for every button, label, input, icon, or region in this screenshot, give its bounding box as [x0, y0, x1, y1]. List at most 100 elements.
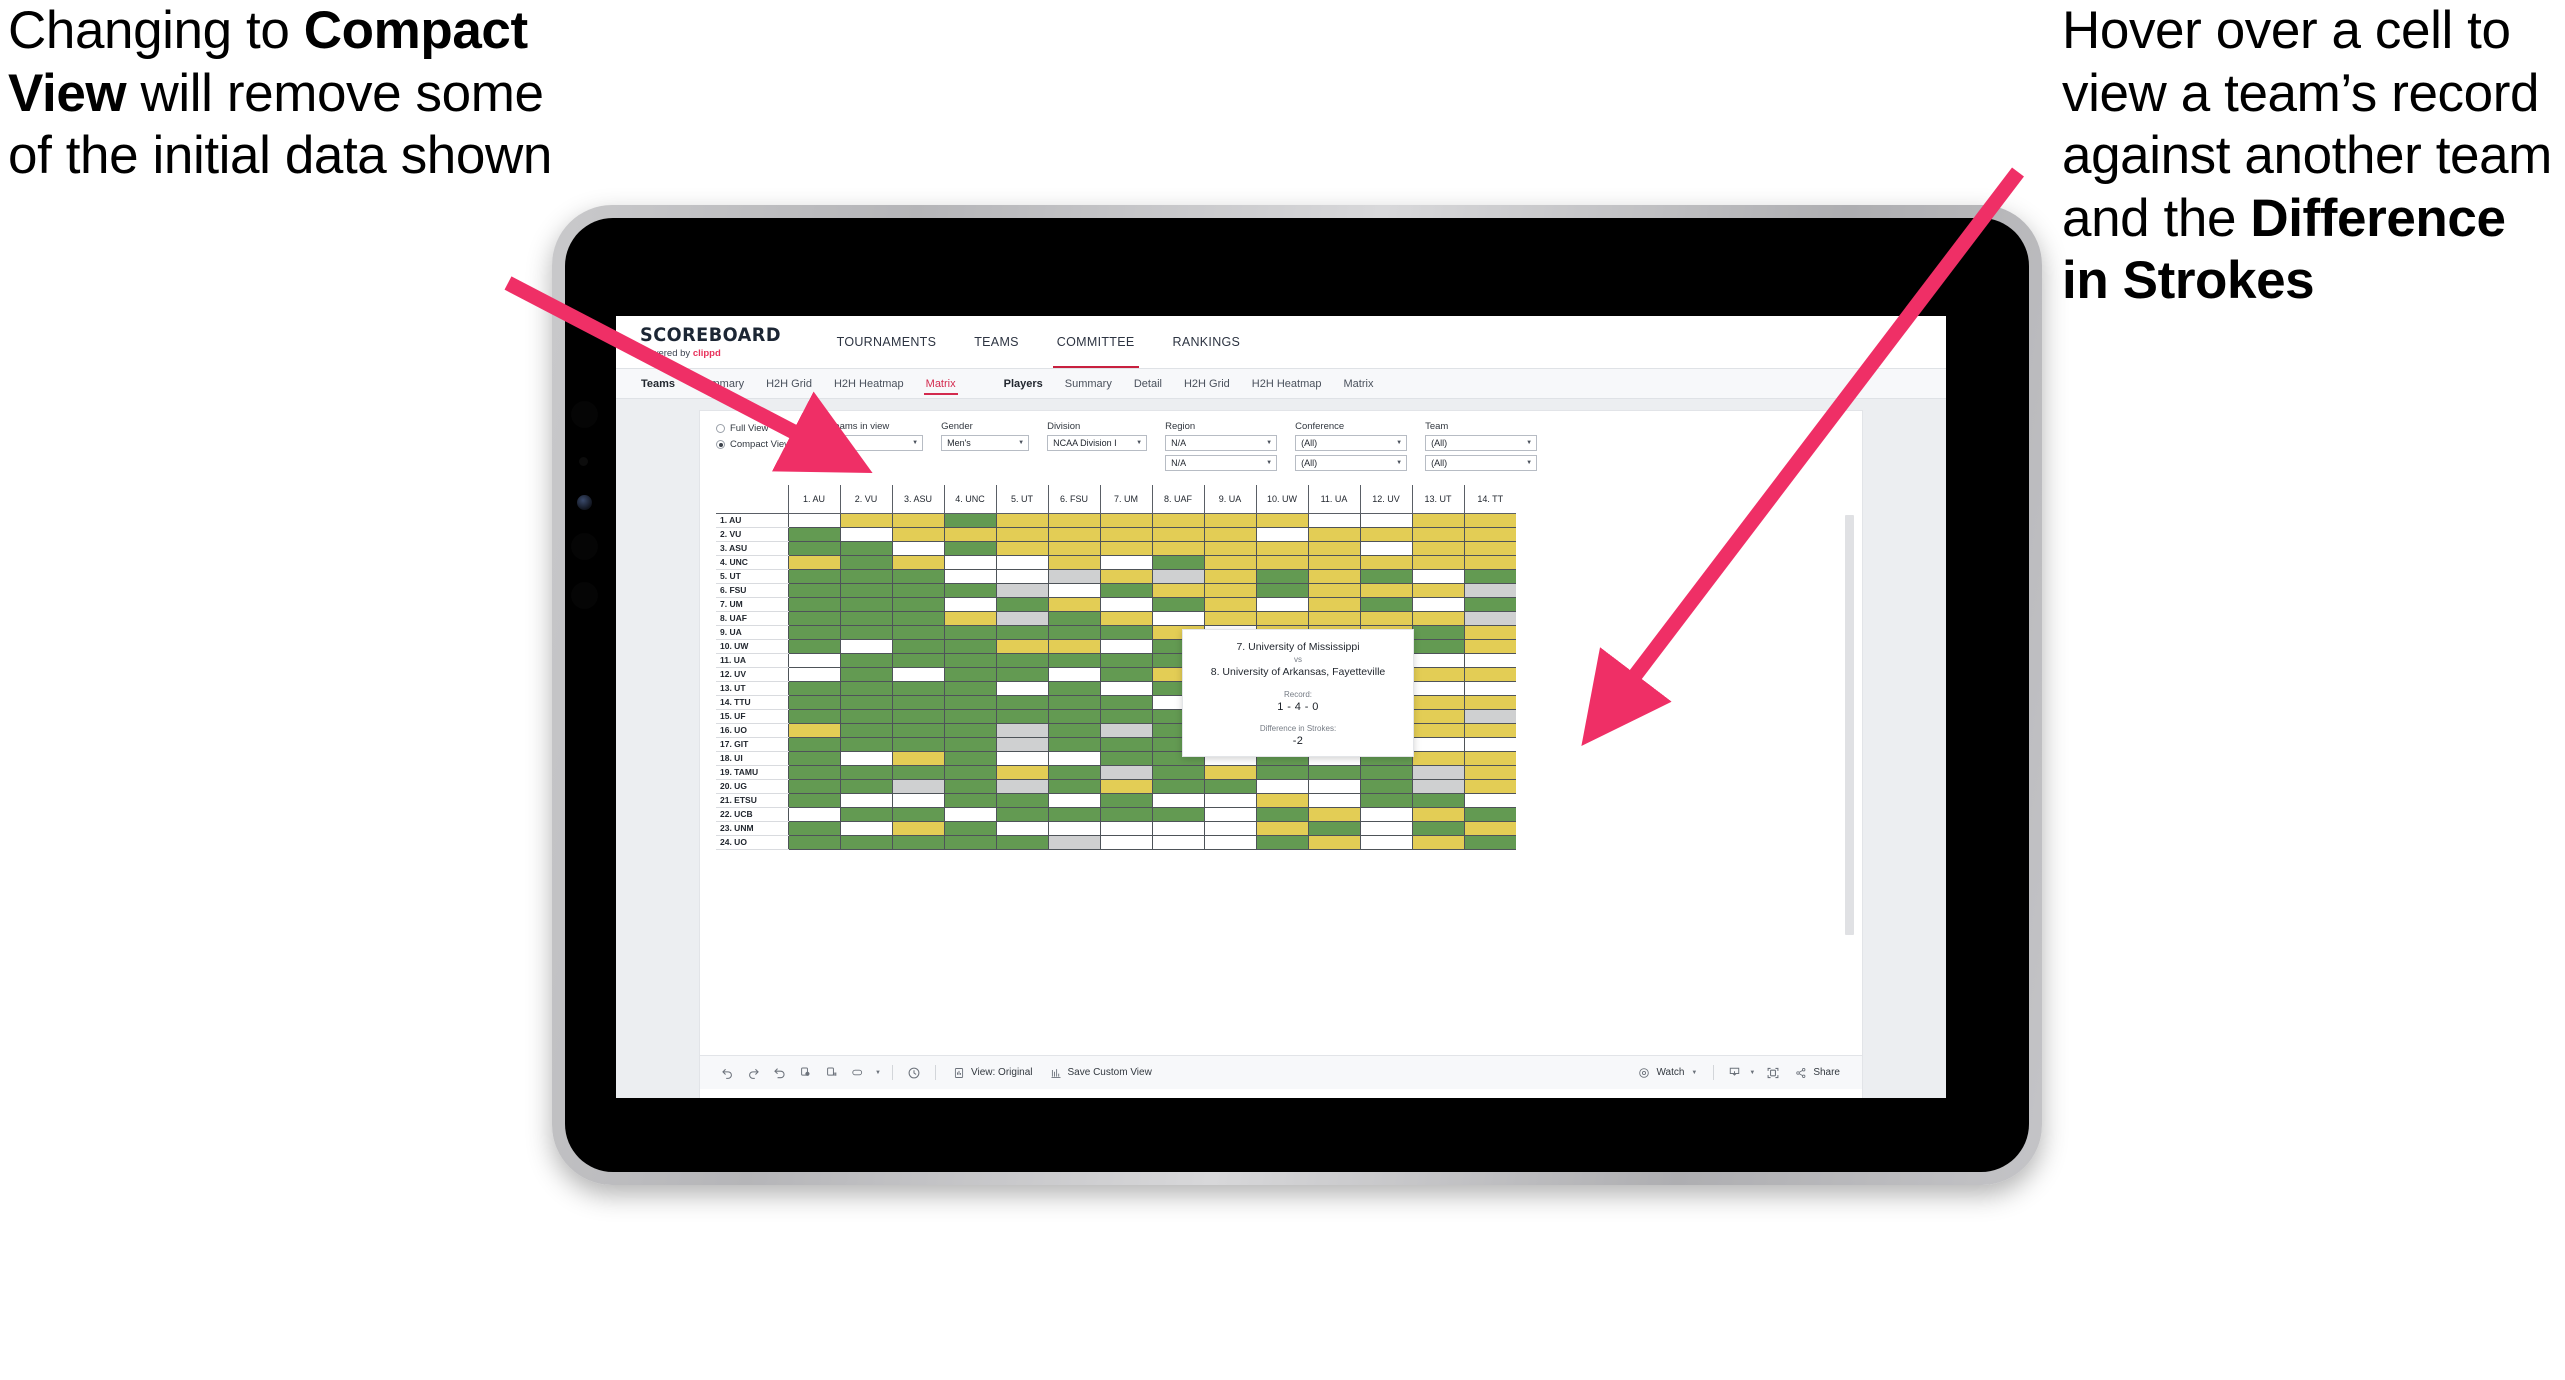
- matrix-col-header[interactable]: 9. UA: [1203, 485, 1256, 514]
- matrix-cell[interactable]: [1099, 611, 1152, 626]
- matrix-cell[interactable]: [1203, 583, 1256, 598]
- matrix-cell[interactable]: [839, 709, 892, 724]
- matrix-cell[interactable]: [1151, 835, 1204, 850]
- subnav-teams-h2h-grid[interactable]: H2H Grid: [755, 369, 823, 398]
- matrix-cell[interactable]: [1203, 793, 1256, 808]
- matrix-cell[interactable]: [787, 821, 840, 836]
- matrix-cell[interactable]: [839, 625, 892, 640]
- matrix-cell[interactable]: [787, 597, 840, 612]
- topnav-item-tournaments[interactable]: TOURNAMENTS: [818, 316, 956, 368]
- matrix-col-header[interactable]: 3. ASU: [891, 485, 944, 514]
- matrix-cell[interactable]: [1151, 779, 1204, 794]
- matrix-cell[interactable]: [1307, 765, 1360, 780]
- matrix-cell[interactable]: [1411, 569, 1464, 584]
- matrix-row-header[interactable]: 18. UI: [716, 751, 788, 766]
- matrix-cell[interactable]: [839, 597, 892, 612]
- matrix-cell[interactable]: [891, 821, 944, 836]
- matrix-col-header[interactable]: 7. UM: [1099, 485, 1152, 514]
- matrix-cell[interactable]: [1151, 583, 1204, 598]
- matrix-cell[interactable]: [891, 667, 944, 682]
- fullscreen-icon[interactable]: [1760, 1060, 1786, 1086]
- matrix-cell[interactable]: [995, 597, 1048, 612]
- undo-icon[interactable]: [714, 1060, 740, 1086]
- matrix-row-header[interactable]: 5. UT: [716, 569, 788, 584]
- matrix-cell[interactable]: [839, 807, 892, 822]
- matrix-cell[interactable]: [1099, 667, 1152, 682]
- matrix-cell[interactable]: [1463, 751, 1516, 766]
- matrix-cell[interactable]: [1099, 583, 1152, 598]
- matrix-cell[interactable]: [1411, 597, 1464, 612]
- matrix-row-header[interactable]: 14. TTU: [716, 695, 788, 710]
- matrix-cell[interactable]: [1099, 681, 1152, 696]
- matrix-cell[interactable]: [1359, 765, 1412, 780]
- matrix-cell[interactable]: [1099, 835, 1152, 850]
- matrix-cell[interactable]: [995, 779, 1048, 794]
- matrix-cell[interactable]: [1359, 527, 1412, 542]
- matrix-cell[interactable]: [787, 695, 840, 710]
- matrix-cell[interactable]: [839, 695, 892, 710]
- matrix-cell[interactable]: [943, 639, 996, 654]
- radio-compact-view[interactable]: Compact View: [716, 439, 791, 450]
- matrix-cell[interactable]: [1203, 835, 1256, 850]
- subnav-players-h2h-grid[interactable]: H2H Grid: [1173, 369, 1241, 398]
- matrix-cell[interactable]: [1411, 625, 1464, 640]
- matrix-cell[interactable]: [1359, 821, 1412, 836]
- matrix-cell[interactable]: [1151, 513, 1204, 528]
- matrix-cell[interactable]: [995, 639, 1048, 654]
- matrix-cell[interactable]: [1255, 527, 1308, 542]
- matrix-cell[interactable]: [1047, 667, 1100, 682]
- matrix-cell[interactable]: [1255, 765, 1308, 780]
- matrix-row-header[interactable]: 12. UV: [716, 667, 788, 682]
- matrix-cell[interactable]: [943, 835, 996, 850]
- matrix-cell[interactable]: [787, 611, 840, 626]
- matrix-cell[interactable]: [1359, 583, 1412, 598]
- matrix-cell[interactable]: [1463, 793, 1516, 808]
- subnav-teams-matrix[interactable]: Matrix: [915, 369, 967, 398]
- matrix-cell[interactable]: [1411, 793, 1464, 808]
- matrix-row-header[interactable]: 11. UA: [716, 653, 788, 668]
- subnav-players-summary[interactable]: Summary: [1054, 369, 1123, 398]
- matrix-col-header[interactable]: 10. UW: [1255, 485, 1308, 514]
- matrix-cell[interactable]: [943, 513, 996, 528]
- matrix-cell[interactable]: [1307, 527, 1360, 542]
- matrix-cell[interactable]: [943, 737, 996, 752]
- matrix-cell[interactable]: [1463, 597, 1516, 612]
- matrix-row-header[interactable]: 23. UNM: [716, 821, 788, 836]
- matrix-cell[interactable]: [1359, 541, 1412, 556]
- matrix-cell[interactable]: [839, 681, 892, 696]
- matrix-cell[interactable]: [1203, 597, 1256, 612]
- matrix-row-header[interactable]: 8. UAF: [716, 611, 788, 626]
- matrix-cell[interactable]: [839, 653, 892, 668]
- filter-max-teams-select[interactable]: Top 50 ▼: [811, 435, 924, 451]
- matrix-cell[interactable]: [1307, 513, 1360, 528]
- matrix-cell[interactable]: [1411, 737, 1464, 752]
- matrix-cell[interactable]: [1047, 541, 1100, 556]
- matrix-cell[interactable]: [1411, 639, 1464, 654]
- matrix-cell[interactable]: [1255, 807, 1308, 822]
- matrix-row-header[interactable]: 22. UCB: [716, 807, 788, 822]
- matrix-cell[interactable]: [1307, 611, 1360, 626]
- matrix-scroll-area[interactable]: 1. AU 2. VU 3. ASU 4. UNC 5. UT 6. FSU 7. UM 8.…: [716, 485, 1854, 1073]
- matrix-cell[interactable]: [995, 527, 1048, 542]
- matrix-row-header[interactable]: 10. UW: [716, 639, 788, 654]
- matrix-cell[interactable]: [1359, 793, 1412, 808]
- matrix-cell[interactable]: [943, 667, 996, 682]
- matrix-cell[interactable]: [995, 765, 1048, 780]
- matrix-cell[interactable]: [943, 583, 996, 598]
- matrix-cell[interactable]: [1047, 779, 1100, 794]
- brand-logo[interactable]: SCOREBOARD Powered by clippd: [640, 316, 818, 368]
- matrix-cell[interactable]: [1411, 541, 1464, 556]
- matrix-cell[interactable]: [1151, 793, 1204, 808]
- matrix-cell[interactable]: [1255, 555, 1308, 570]
- matrix-cell[interactable]: [1411, 583, 1464, 598]
- matrix-row-header[interactable]: 7. UM: [716, 597, 788, 612]
- matrix-cell[interactable]: [1463, 611, 1516, 626]
- matrix-cell[interactable]: [1099, 513, 1152, 528]
- matrix-cell[interactable]: [1411, 835, 1464, 850]
- filter-team-select-2[interactable]: (All) ▼: [1425, 455, 1538, 471]
- matrix-cell[interactable]: [1099, 779, 1152, 794]
- matrix-cell[interactable]: [891, 583, 944, 598]
- matrix-cell[interactable]: [1099, 597, 1152, 612]
- matrix-cell[interactable]: [943, 527, 996, 542]
- matrix-cell[interactable]: [1255, 541, 1308, 556]
